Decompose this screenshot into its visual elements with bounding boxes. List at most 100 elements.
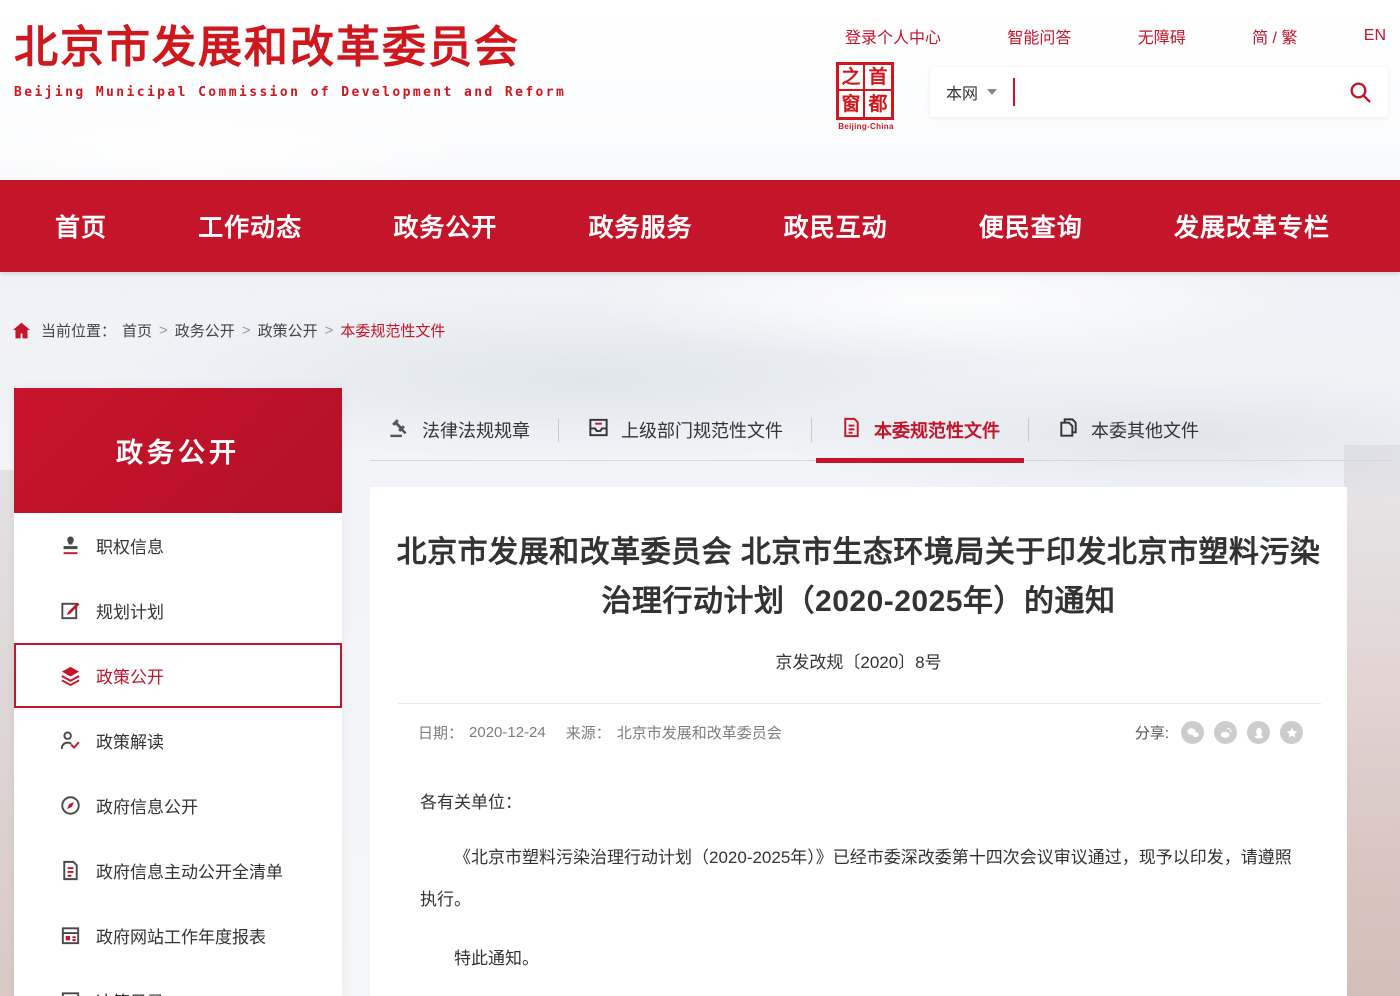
simplified-traditional-toggle[interactable]: 简 / 繁	[1252, 24, 1297, 48]
document-number: 京发改规〔2020〕8号	[370, 648, 1347, 673]
breadcrumb-separator: >	[325, 322, 334, 339]
share-toolbar: 分享:	[1135, 721, 1303, 744]
site-subtitle: Beijing Municipal Commission of Developm…	[14, 85, 566, 100]
search-scope-dropdown[interactable]: 本网	[946, 80, 997, 104]
sidebar-item-label: 政府信息主动公开全清单	[96, 858, 283, 883]
sidebar-item-label: 政策解读	[96, 728, 164, 753]
document-icon	[840, 416, 863, 444]
search-scope-label: 本网	[946, 80, 978, 104]
date-label: 日期：	[418, 722, 463, 743]
tab-label: 上级部门规范性文件	[621, 417, 783, 443]
gavel-icon	[388, 416, 411, 444]
document-list-icon	[58, 859, 82, 883]
breadcrumb-current: 本委规范性文件	[340, 320, 445, 341]
background-photo-right	[1344, 445, 1400, 996]
login-link[interactable]: 登录个人中心	[845, 24, 941, 48]
sidebar-item-label: 政府网站工作年度报表	[96, 923, 266, 948]
accessibility-link[interactable]: 无障碍	[1138, 24, 1186, 48]
edit-icon	[58, 599, 82, 623]
tab-commission-normative-documents[interactable]: 本委规范性文件	[812, 399, 1028, 460]
seal-char: 都	[865, 91, 891, 117]
main-navigation: 首页 工作动态 政务公开 政务服务 政民互动 便民查询 发展改革专栏	[0, 180, 1400, 272]
seal-grid: 之 首 窗 都	[836, 62, 894, 120]
breadcrumb-separator: >	[159, 322, 168, 339]
sidebar-item-label: 政府信息公开	[96, 793, 198, 818]
breadcrumb-separator: >	[242, 322, 251, 339]
search-icon[interactable]	[1348, 80, 1372, 104]
article-source: 北京市发展和改革委员会	[617, 722, 782, 743]
english-link[interactable]: EN	[1364, 27, 1386, 45]
nav-item-convenient-query[interactable]: 便民查询	[979, 208, 1083, 244]
article-meta: 日期： 2020-12-24 来源： 北京市发展和改革委员会 分享:	[418, 721, 1303, 744]
nav-item-home[interactable]: 首页	[55, 208, 107, 244]
sidebar-item-decision-catalog[interactable]: 决策目录	[14, 968, 342, 996]
star-icon[interactable]	[1280, 721, 1303, 744]
breadcrumb-policy-disclosure[interactable]: 政策公开	[258, 320, 318, 341]
sidebar-item-label: 规划计划	[96, 598, 164, 623]
wechat-icon[interactable]	[1181, 721, 1204, 744]
folder-icon	[58, 989, 82, 996]
closing: 特此通知。	[420, 938, 1297, 981]
home-icon[interactable]	[12, 321, 31, 340]
paragraph: 《北京市塑料污染治理行动计划（2020-2025年）》已经市委深改委第十四次会议…	[420, 837, 1297, 922]
article-date: 2020-12-24	[469, 724, 546, 741]
seal-caption: Beijing-China	[836, 122, 896, 131]
seal-char: 首	[865, 65, 891, 91]
search-input[interactable]	[1015, 67, 1348, 117]
article-panel: 北京市发展和改革委员会 北京市生态环境局关于印发北京市塑料污染治理行动计划（20…	[370, 487, 1347, 996]
sidebar-title: 政务公开	[14, 388, 342, 513]
tab-commission-other-documents[interactable]: 本委其他文件	[1029, 399, 1227, 460]
nav-item-reform-special[interactable]: 发展改革专栏	[1174, 208, 1330, 244]
beijing-china-seal-logo[interactable]: 之 首 窗 都 Beijing-China	[836, 62, 896, 131]
nav-item-public-interaction[interactable]: 政民互动	[784, 208, 888, 244]
breadcrumb: 当前位置： 首页 > 政务公开 > 政策公开 > 本委规范性文件	[12, 320, 445, 341]
copy-icon	[1057, 416, 1080, 444]
layers-icon	[58, 664, 82, 688]
stamp-icon	[58, 534, 82, 558]
sidebar-item-gov-info-disclosure[interactable]: 政府信息公开	[14, 773, 342, 838]
person-check-icon	[58, 729, 82, 753]
share-label: 分享:	[1135, 722, 1169, 743]
tab-label: 本委规范性文件	[874, 417, 1000, 443]
site-title: 北京市发展和改革委员会	[14, 22, 566, 75]
article-body: 各有关单位： 《北京市塑料污染治理行动计划（2020-2025年）》已经市委深改…	[420, 782, 1297, 996]
seal-char: 窗	[839, 91, 865, 117]
salutation: 各有关单位：	[420, 782, 1297, 825]
search-bar: 本网	[930, 67, 1388, 117]
breadcrumb-home[interactable]: 首页	[122, 320, 152, 341]
site-logo[interactable]: 北京市发展和改革委员会 Beijing Municipal Commission…	[14, 22, 566, 100]
document-category-tabs: 法律法规规章 上级部门规范性文件 本委规范性文件 本委其他文件	[370, 399, 1390, 461]
seal-char: 之	[839, 65, 865, 91]
sidebar-item-planning[interactable]: 规划计划	[14, 578, 342, 643]
sidebar-item-label: 决策目录	[96, 988, 164, 996]
breadcrumb-gov-disclosure[interactable]: 政务公开	[175, 320, 235, 341]
chevron-down-icon	[987, 89, 997, 95]
nav-item-gov-disclosure[interactable]: 政务公开	[393, 208, 497, 244]
sidebar-item-label: 职权信息	[96, 533, 164, 558]
page: 北京市发展和改革委员会 Beijing Municipal Commission…	[0, 0, 1400, 996]
divider	[398, 703, 1321, 704]
tab-superior-normative-documents[interactable]: 上级部门规范性文件	[559, 399, 811, 460]
compass-icon	[58, 794, 82, 818]
weibo-icon[interactable]	[1214, 721, 1237, 744]
qq-icon[interactable]	[1247, 721, 1270, 744]
inbox-icon	[587, 416, 610, 444]
source-label: 来源：	[566, 722, 611, 743]
sidebar-item-proactive-disclosure-list[interactable]: 政府信息主动公开全清单	[14, 838, 342, 903]
report-calendar-icon	[58, 924, 82, 948]
background-photo-left	[0, 470, 14, 996]
article-meta-left: 日期： 2020-12-24 来源： 北京市发展和改革委员会	[418, 722, 782, 743]
sidebar-item-authority-info[interactable]: 职权信息	[14, 513, 342, 578]
tab-laws-regulations[interactable]: 法律法规规章	[370, 399, 558, 460]
article-title: 北京市发展和改革委员会 北京市生态环境局关于印发北京市塑料污染治理行动计划（20…	[396, 529, 1321, 626]
tab-label: 本委其他文件	[1091, 417, 1199, 443]
sidebar-item-label: 政策公开	[96, 663, 164, 688]
tab-label: 法律法规规章	[422, 417, 530, 443]
sidebar-item-policy-disclosure[interactable]: 政策公开	[14, 643, 342, 708]
nav-item-gov-services[interactable]: 政务服务	[588, 208, 692, 244]
sidebar-item-policy-interpretation[interactable]: 政策解读	[14, 708, 342, 773]
sidebar-item-annual-website-report[interactable]: 政府网站工作年度报表	[14, 903, 342, 968]
smart-qa-link[interactable]: 智能问答	[1007, 24, 1071, 48]
breadcrumb-label: 当前位置：	[41, 320, 116, 341]
nav-item-work-dynamics[interactable]: 工作动态	[198, 208, 302, 244]
